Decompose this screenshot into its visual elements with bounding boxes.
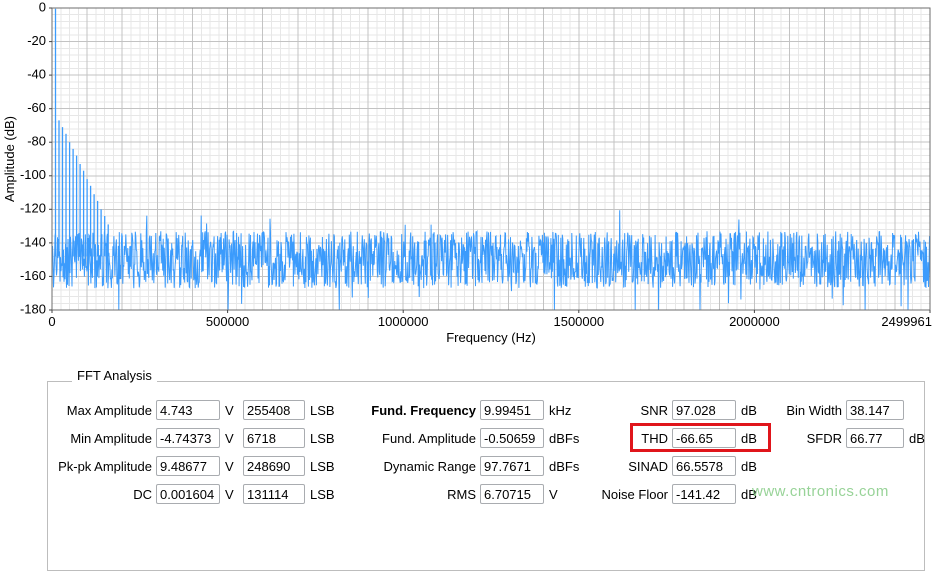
panel-title: FFT Analysis — [72, 368, 157, 383]
sinad-field[interactable] — [672, 456, 736, 476]
max-amplitude-v-field[interactable] — [156, 400, 220, 420]
min-amplitude-v-unit: V — [225, 431, 238, 446]
svg-text:-60: -60 — [27, 100, 46, 115]
sfdr-field[interactable] — [846, 428, 904, 448]
svg-text:-100: -100 — [20, 167, 46, 182]
rms-row: RMS V — [356, 480, 579, 508]
max-amplitude-v-unit: V — [225, 403, 238, 418]
max-amplitude-label: Max Amplitude — [50, 403, 152, 418]
svg-text:2000000: 2000000 — [729, 314, 780, 329]
amplitude-column: Max Amplitude V LSB Min Amplitude V LSB … — [50, 396, 335, 508]
rms-field[interactable] — [480, 484, 544, 504]
min-amplitude-row: Min Amplitude V LSB — [50, 424, 335, 452]
sinad-row: SINAD dB — [598, 452, 757, 480]
thd-label: THD — [598, 431, 668, 446]
svg-text:Amplitude (dB): Amplitude (dB) — [2, 116, 17, 202]
fundamental-column: Fund. Frequency kHz Fund. Amplitude dBFs… — [356, 396, 579, 508]
svg-text:1500000: 1500000 — [553, 314, 604, 329]
dc-v-field[interactable] — [156, 484, 220, 504]
svg-text:1000000: 1000000 — [378, 314, 429, 329]
fft-spectrum-chart: 0-20-40-60-80-100-120-140-160-1800500000… — [0, 0, 933, 352]
noise-floor-field[interactable] — [672, 484, 736, 504]
svg-text:-80: -80 — [27, 134, 46, 149]
bin-width-field[interactable] — [846, 400, 904, 420]
svg-text:2499961: 2499961 — [881, 314, 932, 329]
svg-text:-160: -160 — [20, 268, 46, 283]
dynamic-range-field[interactable] — [480, 456, 544, 476]
svg-text:-140: -140 — [20, 234, 46, 249]
snr-label: SNR — [598, 403, 668, 418]
svg-text:-40: -40 — [27, 67, 46, 82]
fund-frequency-field[interactable] — [480, 400, 544, 420]
rms-label: RMS — [356, 487, 476, 502]
watermark: www.cntronics.com — [752, 483, 889, 500]
fund-amplitude-field[interactable] — [480, 428, 544, 448]
dc-row: DC V LSB — [50, 480, 335, 508]
fund-frequency-label: Fund. Frequency — [356, 403, 476, 418]
max-amplitude-lsb-field[interactable] — [243, 400, 305, 420]
min-amplitude-v-field[interactable] — [156, 428, 220, 448]
svg-text:-120: -120 — [20, 201, 46, 216]
pkpk-amplitude-label: Pk-pk Amplitude — [50, 459, 152, 474]
sinad-unit: dB — [741, 459, 757, 474]
thd-field[interactable] — [672, 428, 736, 448]
snr-unit: dB — [741, 403, 757, 418]
bin-metrics-column: Bin Width SFDR dB — [778, 396, 925, 452]
dynamic-range-unit: dBFs — [549, 459, 579, 474]
dc-label: DC — [50, 487, 152, 502]
svg-text:Frequency (Hz): Frequency (Hz) — [446, 330, 536, 345]
dc-v-unit: V — [225, 487, 238, 502]
thd-unit: dB — [741, 431, 757, 446]
spectrum-plot: 0-20-40-60-80-100-120-140-160-1800500000… — [0, 0, 933, 352]
bin-width-label: Bin Width — [778, 403, 842, 418]
snr-field[interactable] — [672, 400, 736, 420]
sfdr-label: SFDR — [778, 431, 842, 446]
pkpk-amplitude-v-unit: V — [225, 459, 238, 474]
pkpk-amplitude-lsb-unit: LSB — [310, 459, 335, 474]
svg-text:-180: -180 — [20, 301, 46, 316]
fund-amplitude-label: Fund. Amplitude — [356, 431, 476, 446]
pkpk-amplitude-row: Pk-pk Amplitude V LSB — [50, 452, 335, 480]
sinad-label: SINAD — [598, 459, 668, 474]
svg-text:-20: -20 — [27, 33, 46, 48]
dc-lsb-field[interactable] — [243, 484, 305, 504]
thd-row: THD dB — [598, 424, 757, 452]
rms-unit: V — [549, 487, 558, 502]
svg-text:0: 0 — [39, 0, 46, 14]
svg-text:0: 0 — [48, 314, 55, 329]
min-amplitude-lsb-field[interactable] — [243, 428, 305, 448]
pkpk-amplitude-lsb-field[interactable] — [243, 456, 305, 476]
sfdr-unit: dB — [909, 431, 925, 446]
max-amplitude-lsb-unit: LSB — [310, 403, 335, 418]
noise-floor-label: Noise Floor — [598, 487, 668, 502]
sfdr-row: SFDR dB — [778, 424, 925, 452]
bin-width-row: Bin Width — [778, 396, 925, 424]
dynamic-range-row: Dynamic Range dBFs — [356, 452, 579, 480]
noise-floor-row: Noise Floor dB — [598, 480, 757, 508]
snr-row: SNR dB — [598, 396, 757, 424]
dc-lsb-unit: LSB — [310, 487, 335, 502]
svg-text:500000: 500000 — [206, 314, 249, 329]
min-amplitude-lsb-unit: LSB — [310, 431, 335, 446]
min-amplitude-label: Min Amplitude — [50, 431, 152, 446]
fund-amplitude-row: Fund. Amplitude dBFs — [356, 424, 579, 452]
pkpk-amplitude-v-field[interactable] — [156, 456, 220, 476]
noise-metrics-column: SNR dB THD dB SINAD dB Noise Floor dB — [598, 396, 757, 508]
fund-frequency-unit: kHz — [549, 403, 571, 418]
dynamic-range-label: Dynamic Range — [356, 459, 476, 474]
fund-frequency-row: Fund. Frequency kHz — [356, 396, 579, 424]
max-amplitude-row: Max Amplitude V LSB — [50, 396, 335, 424]
fund-amplitude-unit: dBFs — [549, 431, 579, 446]
